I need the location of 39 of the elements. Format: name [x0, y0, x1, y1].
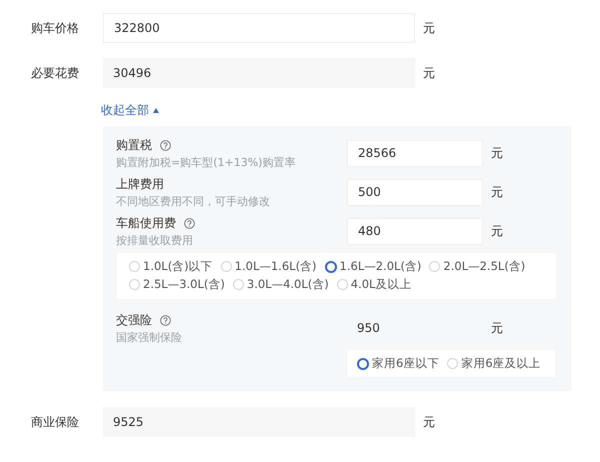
field-label: 商业保险 — [30, 414, 80, 430]
input-field[interactable]: 500 — [347, 178, 483, 206]
hint-text: 按排量收取费用 — [116, 232, 194, 248]
radio-option[interactable]: 1.6L—2.0L(含) — [324, 259, 422, 274]
unit-label: 元 — [490, 320, 504, 336]
option-label: 家用6座以下 — [372, 356, 440, 371]
unit-label: 元 — [422, 64, 436, 82]
input-field[interactable]: 950 — [347, 314, 483, 342]
collapse-link[interactable]: 收起全部 — [101, 102, 159, 119]
option-label: 1.6L—2.0L(含) — [340, 259, 422, 274]
item-label: 车船使用费 — [116, 214, 176, 232]
field-label: 购车价格 — [30, 20, 80, 36]
unit-label: 元 — [422, 20, 436, 36]
radio-option[interactable]: 1.0L(含)以下 — [129, 259, 213, 274]
item-label: 交强险 — [116, 312, 152, 328]
radio-option[interactable]: 4.0L及以上 — [336, 277, 412, 292]
item-label: 上牌费用 — [116, 176, 164, 192]
item-label: 购置税 — [116, 136, 152, 154]
input-field[interactable]: 30496 — [103, 58, 415, 88]
hint-text: 不同地区费用不同，可手动修改 — [116, 194, 271, 208]
help-icon[interactable] — [184, 218, 195, 228]
input-field[interactable]: 322800 — [103, 13, 415, 43]
help-icon[interactable] — [160, 140, 171, 150]
input-field[interactable]: 28566 — [347, 140, 483, 166]
input-field[interactable]: 9525 — [103, 407, 415, 437]
unit-label: 元 — [422, 414, 436, 430]
radio-option[interactable]: 家用6座以下 — [357, 356, 440, 371]
radio-icon[interactable] — [324, 260, 337, 272]
radio-icon[interactable] — [357, 358, 369, 370]
unit-label: 元 — [490, 222, 504, 240]
option-label: 4.0L及以上 — [350, 277, 412, 292]
unit-label: 元 — [490, 144, 504, 162]
hint-text: 购置附加税=购车型(1+13%)购置率 — [116, 154, 296, 170]
option-label: 1.0L(含)以下 — [143, 259, 213, 274]
hint-text: 国家强制保险 — [116, 330, 183, 344]
help-icon[interactable] — [160, 314, 171, 326]
input-field[interactable]: 480 — [347, 218, 483, 244]
unit-label: 元 — [490, 184, 504, 200]
field-label: 必要花费 — [30, 64, 80, 82]
